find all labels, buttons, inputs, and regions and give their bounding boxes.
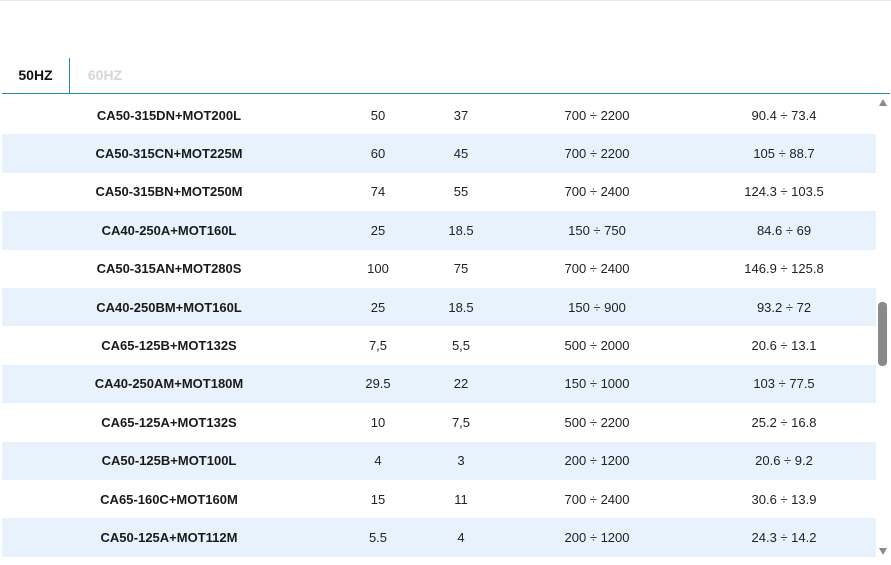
range-cell: 90.4 ÷ 73.4: [692, 96, 876, 135]
range-cell: 700 ÷ 2200: [502, 96, 692, 135]
range-cell: 700 ÷ 2200: [502, 134, 692, 173]
table-row: CA40-250A+MOT160L 25 18.5 150 ÷ 750 84.6 ÷ 6…: [2, 211, 876, 250]
model-cell: CA50-125B+MOT100L: [2, 441, 336, 480]
value-cell: 15: [336, 479, 420, 519]
value-cell: 25: [336, 287, 420, 327]
table-row: CA50-125B+MOT100L 4 3 200 ÷ 1200 20.6 ÷ 9.2: [2, 441, 876, 480]
table-row: CA65-125B+MOT132S 7,5 5,5 500 ÷ 2000 20.6 ÷ …: [2, 326, 876, 365]
range-cell: 103 ÷ 77.5: [692, 364, 876, 404]
value-cell: 5,5: [420, 326, 502, 365]
range-cell: 93.2 ÷ 72: [692, 287, 876, 327]
range-cell: 500 ÷ 2000: [502, 326, 692, 365]
value-cell: 18.5: [420, 211, 502, 250]
table-row: CA50-125A+MOT112M 5.5 4 200 ÷ 1200 24.3 ÷ 14…: [2, 518, 876, 557]
value-cell: 29.5: [336, 364, 420, 404]
model-cell: CA40-250BM+MOT160L: [2, 287, 336, 327]
scrollbar-thumb[interactable]: [878, 302, 887, 366]
value-cell: 11: [420, 479, 502, 519]
top-divider: [0, 0, 891, 1]
range-cell: 20.6 ÷ 13.1: [692, 326, 876, 365]
value-cell: 74: [336, 172, 420, 212]
pump-table: CA50-315DN+MOT200L 50 37 700 ÷ 2200 90.4 ÷ 7…: [2, 96, 876, 557]
value-cell: 18.5: [420, 287, 502, 327]
model-cell: CA65-125A+MOT132S: [2, 403, 336, 442]
model-cell: CA40-250AM+MOT180M: [2, 364, 336, 404]
range-cell: 200 ÷ 1200: [502, 518, 692, 557]
range-cell: 200 ÷ 1200: [502, 441, 692, 480]
table-row: CA40-250BM+MOT160L 25 18.5 150 ÷ 900 93.2 ÷ …: [2, 287, 876, 327]
vertical-scrollbar[interactable]: [876, 96, 890, 558]
model-cell: CA50-315DN+MOT200L: [2, 96, 336, 135]
model-cell: CA65-125B+MOT132S: [2, 326, 336, 365]
model-cell: CA50-125A+MOT112M: [2, 518, 336, 557]
value-cell: 60: [336, 134, 420, 173]
scroll-down-arrow-icon[interactable]: [879, 548, 887, 555]
range-cell: 150 ÷ 1000: [502, 364, 692, 404]
tab-50hz[interactable]: 50HZ: [2, 58, 70, 93]
value-cell: 4: [336, 441, 420, 480]
value-cell: 100: [336, 249, 420, 288]
value-cell: 22: [420, 364, 502, 404]
range-cell: 25.2 ÷ 16.8: [692, 403, 876, 442]
value-cell: 7,5: [420, 403, 502, 442]
value-cell: 55: [420, 172, 502, 212]
model-cell: CA50-315CN+MOT225M: [2, 134, 336, 173]
pump-table-container[interactable]: CA50-315DN+MOT200L 50 37 700 ÷ 2200 90.4 ÷ 7…: [2, 96, 876, 558]
value-cell: 10: [336, 403, 420, 442]
model-cell: CA50-315AN+MOT280S: [2, 249, 336, 288]
table-row: CA50-315AN+MOT280S 100 75 700 ÷ 2400 146.9 ÷…: [2, 249, 876, 288]
value-cell: 75: [420, 249, 502, 288]
value-cell: 50: [336, 96, 420, 135]
value-cell: 5.5: [336, 518, 420, 557]
value-cell: 3: [420, 441, 502, 480]
table-row: CA50-315BN+MOT250M 74 55 700 ÷ 2400 124.3 ÷ …: [2, 172, 876, 212]
table-row: CA65-125A+MOT132S 10 7,5 500 ÷ 2200 25.2 ÷ 1…: [2, 403, 876, 442]
range-cell: 146.9 ÷ 125.8: [692, 249, 876, 288]
table-row: CA50-315DN+MOT200L 50 37 700 ÷ 2200 90.4 ÷ 7…: [2, 96, 876, 135]
table-row: CA65-160C+MOT160M 15 11 700 ÷ 2400 30.6 ÷ 13…: [2, 479, 876, 519]
range-cell: 24.3 ÷ 14.2: [692, 518, 876, 557]
range-cell: 500 ÷ 2200: [502, 403, 692, 442]
pump-table-body: CA50-315DN+MOT200L 50 37 700 ÷ 2200 90.4 ÷ 7…: [2, 96, 876, 557]
frequency-tabs: 50HZ 60HZ: [2, 58, 890, 94]
table-row: CA50-315CN+MOT225M 60 45 700 ÷ 2200 105 ÷ 88…: [2, 134, 876, 173]
range-cell: 105 ÷ 88.7: [692, 134, 876, 173]
range-cell: 20.6 ÷ 9.2: [692, 441, 876, 480]
tab-60hz[interactable]: 60HZ: [70, 58, 140, 93]
value-cell: 4: [420, 518, 502, 557]
range-cell: 700 ÷ 2400: [502, 249, 692, 288]
page: 50HZ 60HZ CA50-315DN+MOT200L 50 37 700 ÷ 22…: [0, 0, 891, 565]
table-row: CA40-250AM+MOT180M 29.5 22 150 ÷ 1000 103 ÷ …: [2, 364, 876, 404]
scroll-up-arrow-icon[interactable]: [879, 99, 887, 106]
range-cell: 84.6 ÷ 69: [692, 211, 876, 250]
range-cell: 150 ÷ 750: [502, 211, 692, 250]
range-cell: 700 ÷ 2400: [502, 479, 692, 519]
model-cell: CA50-315BN+MOT250M: [2, 172, 336, 212]
value-cell: 25: [336, 211, 420, 250]
value-cell: 7,5: [336, 326, 420, 365]
range-cell: 124.3 ÷ 103.5: [692, 172, 876, 212]
value-cell: 45: [420, 134, 502, 173]
value-cell: 37: [420, 96, 502, 135]
range-cell: 30.6 ÷ 13.9: [692, 479, 876, 519]
range-cell: 150 ÷ 900: [502, 287, 692, 327]
range-cell: 700 ÷ 2400: [502, 172, 692, 212]
model-cell: CA40-250A+MOT160L: [2, 211, 336, 250]
model-cell: CA65-160C+MOT160M: [2, 479, 336, 519]
